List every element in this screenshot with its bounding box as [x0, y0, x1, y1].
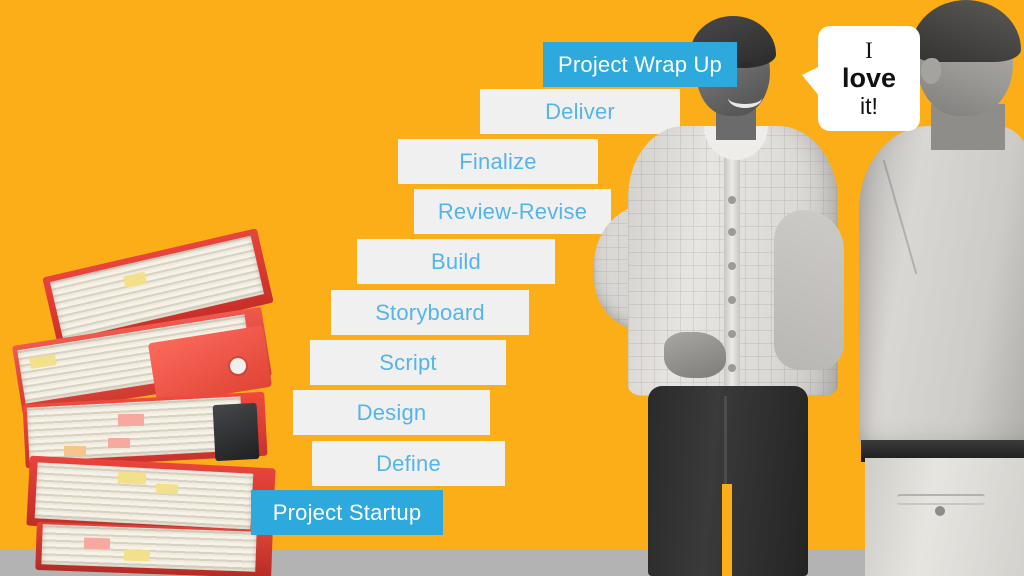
slide-canvas: Project Wrap Up Deliver Finalize Review-Rev… — [0, 0, 1024, 576]
sticky-tab — [108, 438, 130, 448]
sticky-tab — [123, 549, 151, 562]
step-script[interactable]: Script — [310, 340, 506, 385]
step-design[interactable]: Design — [293, 390, 490, 435]
speech-line-2: love — [841, 63, 897, 94]
sticky-tab — [64, 446, 86, 456]
step-define[interactable]: Define — [312, 441, 505, 486]
pocket-button — [935, 506, 945, 516]
binder-papers — [41, 524, 257, 572]
speech-line-1: I — [865, 37, 873, 63]
binder-stack — [6, 228, 286, 576]
step-finalize[interactable]: Finalize — [398, 139, 598, 184]
speech-line-3: it! — [860, 92, 878, 119]
speech-bubble: I love it! — [802, 26, 920, 131]
man-ear — [921, 58, 941, 84]
shirt-button — [728, 364, 736, 372]
step-project-wrap-up[interactable]: Project Wrap Up — [543, 42, 737, 87]
step-build[interactable]: Build — [357, 239, 555, 284]
binder-papers — [26, 396, 244, 462]
shirt-button — [728, 262, 736, 270]
woman-eye — [740, 62, 753, 68]
shirt-button — [728, 330, 736, 338]
woman-figure — [578, 14, 848, 576]
woman-smile — [728, 88, 762, 108]
sticky-tab — [118, 414, 144, 426]
shirt-button — [728, 296, 736, 304]
sticky-tab — [117, 471, 147, 485]
step-storyboard[interactable]: Storyboard — [331, 290, 529, 335]
man-shirt — [859, 126, 1024, 446]
man-hair — [911, 0, 1021, 62]
trouser-leg-gap — [722, 484, 732, 576]
man-trousers — [865, 458, 1024, 576]
shirt-button — [728, 228, 736, 236]
sticky-tab — [155, 483, 179, 495]
man-back-pocket — [897, 494, 985, 505]
binder-mechanism — [212, 402, 260, 462]
step-project-startup[interactable]: Project Startup — [251, 490, 443, 535]
sticky-tab — [83, 537, 111, 550]
shirt-button — [728, 196, 736, 204]
woman-hand-on-hip — [664, 332, 726, 378]
woman-arm-right — [774, 210, 844, 370]
speech-bubble-tail — [802, 66, 820, 97]
